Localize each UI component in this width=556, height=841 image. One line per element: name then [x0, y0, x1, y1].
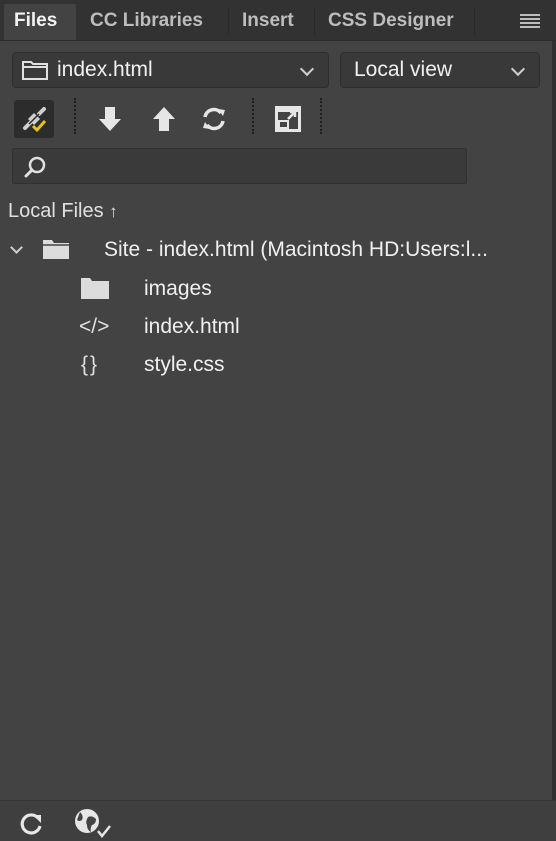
panel-tab-bar: Files CC Libraries Insert CSS Designer — [0, 0, 556, 41]
tab-insert[interactable]: Insert — [232, 4, 304, 40]
folder-icon — [42, 237, 70, 261]
connect-button[interactable] — [14, 100, 54, 138]
search-icon — [23, 155, 47, 179]
tab-label: CSS Designer — [328, 10, 454, 31]
panel-menu-icon[interactable] — [520, 14, 540, 28]
tab-divider — [474, 8, 475, 36]
expand-window-icon — [274, 105, 302, 133]
sync-icon — [200, 105, 228, 133]
tab-label: Insert — [242, 10, 294, 31]
search-input[interactable] — [57, 153, 461, 181]
toolbar-divider — [320, 98, 322, 134]
tree-item-label: style.css — [144, 353, 225, 376]
tab-divider — [314, 8, 315, 36]
refresh-button[interactable] — [18, 811, 44, 837]
folder-icon — [80, 275, 110, 301]
tab-label: Files — [14, 10, 58, 31]
arrow-up-icon — [151, 105, 177, 133]
panel-footer — [0, 800, 556, 841]
toolbar-divider — [252, 98, 254, 134]
view-select[interactable]: Local view — [340, 52, 540, 88]
toolbar-divider — [74, 98, 76, 134]
arrow-down-icon — [97, 105, 123, 133]
tree-root-label: Site - index.html (Macintosh HD:Users:l.… — [104, 238, 488, 261]
tree-item-index-html[interactable]: </> index.html — [0, 309, 552, 345]
tab-files[interactable]: Files — [4, 4, 76, 40]
globe-check-icon — [75, 809, 111, 839]
html-code-icon: </> — [79, 315, 110, 338]
tab-label: CC Libraries — [90, 10, 203, 31]
tab-cc-libraries[interactable]: CC Libraries — [80, 4, 213, 40]
tree-item-images[interactable]: images — [0, 271, 552, 307]
synchronize-button[interactable] — [194, 100, 234, 138]
panel-edge — [552, 0, 556, 840]
site-select-value: index.html — [57, 58, 153, 81]
tree-item-label: index.html — [144, 315, 240, 338]
expand-button[interactable] — [268, 100, 308, 138]
site-check-button[interactable] — [72, 807, 114, 841]
tree-item-style-css[interactable]: {} style.css — [0, 347, 552, 383]
folder-icon — [21, 59, 49, 81]
tree-item-label: images — [144, 277, 212, 300]
css-braces-icon: {} — [81, 353, 100, 376]
tree-root-row[interactable]: Site - index.html (Macintosh HD:Users:l.… — [0, 232, 552, 268]
chevron-down-icon — [510, 61, 526, 77]
site-select[interactable]: index.html — [12, 52, 329, 88]
expand-chevron-icon[interactable] — [10, 241, 23, 254]
chevron-down-icon — [299, 61, 315, 77]
section-title: Local Files — [8, 200, 104, 222]
get-files-button[interactable] — [90, 100, 130, 138]
refresh-icon — [20, 813, 42, 835]
plug-check-icon — [19, 104, 49, 134]
search-field[interactable] — [12, 148, 467, 184]
put-files-button[interactable] — [144, 100, 184, 138]
local-files-header[interactable]: Local Files ↑ — [8, 200, 118, 223]
tab-divider — [228, 8, 229, 36]
view-select-value: Local view — [354, 58, 453, 81]
tab-css-designer[interactable]: CSS Designer — [318, 4, 464, 40]
sort-ascending-icon[interactable]: ↑ — [109, 202, 118, 221]
